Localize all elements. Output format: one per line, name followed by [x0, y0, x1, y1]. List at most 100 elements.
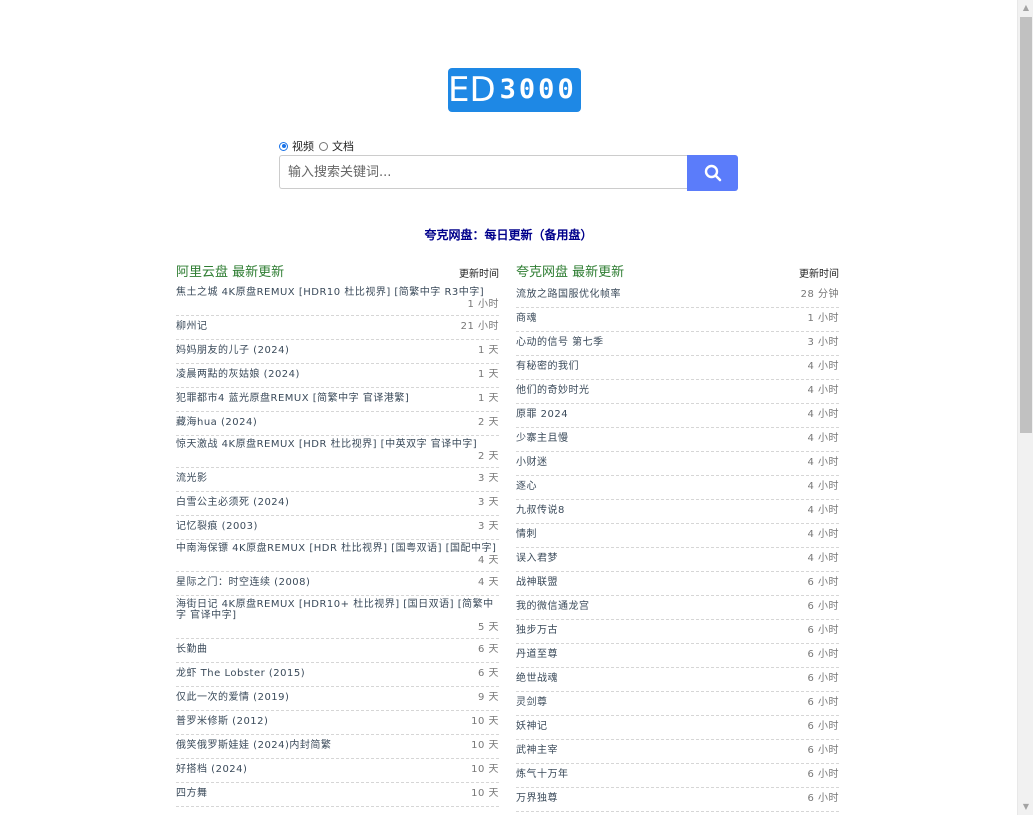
list-item: 1 天 犯罪都市4 蓝光原盘REMUX [简繁中字 官译港繁] [176, 388, 499, 412]
item-title-link[interactable]: 万界独尊 [516, 791, 558, 807]
item-title-link[interactable]: 藏海hua (2024) [176, 415, 257, 431]
item-update-time: 21 小时 [460, 321, 499, 332]
item-title-link[interactable]: 普罗米修斯 (2012) [176, 714, 268, 730]
item-title-link[interactable]: 柳州记 [176, 319, 208, 335]
item-title-link[interactable]: 惊天激战 4K原盘REMUX [HDR 杜比视界] [中英双字 官译中字] [176, 439, 499, 450]
item-title-link[interactable]: 逐心 [516, 479, 537, 495]
list-item: 28 分钟 流放之路国服优化帧率 [516, 284, 839, 308]
item-title-link[interactable]: 心动的信号 第七季 [516, 335, 604, 351]
item-update-time: 4 小时 [807, 457, 839, 468]
list-item: 海街日记 4K原盘REMUX [HDR10+ 杜比视界] [国日双语] [简繁中… [176, 596, 499, 639]
item-update-time: 6 小时 [807, 769, 839, 780]
list-item: 6 小时 战神联盟 [516, 572, 839, 596]
item-title-link[interactable]: 妈妈朋友的儿子 (2024) [176, 343, 289, 359]
vertical-scrollbar[interactable]: ▲ ▼ [1017, 0, 1033, 815]
aliyun-latest-list: 阿里云盘 最新更新 更新时间 焦土之城 4K原盘REMUX [HDR10 杜比视… [176, 260, 499, 807]
list-item: 6 小时 丹道至尊 [516, 644, 839, 668]
item-title-link[interactable]: 灵剑尊 [516, 695, 548, 711]
item-update-time: 1 小时 [807, 313, 839, 324]
item-title-link[interactable]: 海街日记 4K原盘REMUX [HDR10+ 杜比视界] [国日双语] [简繁中… [176, 599, 499, 621]
item-title-link[interactable]: 焦土之城 4K原盘REMUX [HDR10 杜比视界] [简繁中字 R3中字] [176, 287, 499, 298]
item-update-time: 6 小时 [807, 625, 839, 636]
item-title-link[interactable]: 白雪公主必须死 (2024) [176, 495, 289, 511]
list-item: 6 小时 独步万古 [516, 620, 839, 644]
page-viewport: ED 3000 视频 文档 夸克网盘：每日更新（备用盘） 阿里云盘 最新更新 更… [0, 0, 1017, 815]
list-time-header: 更新时间 [459, 269, 499, 280]
item-title-link[interactable]: 武神主宰 [516, 743, 558, 759]
list-item: 10 天 好搭档 (2024) [176, 759, 499, 783]
item-title-link[interactable]: 妖神记 [516, 719, 548, 735]
scroll-down-arrow-icon[interactable]: ▼ [1018, 799, 1033, 815]
scrollbar-thumb[interactable] [1020, 17, 1032, 433]
item-update-time: 28 分钟 [800, 289, 839, 300]
item-title-link[interactable]: 仅此一次的爱情 (2019) [176, 690, 289, 706]
item-update-time: 3 天 [477, 473, 499, 484]
item-title-link[interactable]: 凌晨两點的灰姑娘 (2024) [176, 367, 300, 383]
list-item: 1 小时 商魂 [516, 308, 839, 332]
list-item: 3 天 流光影 [176, 468, 499, 492]
item-title-link[interactable]: 小财迷 [516, 455, 548, 471]
quark-latest-list: 夸克网盘 最新更新 更新时间 28 分钟 流放之路国服优化帧率 1 小时 商魂 3 小时… [516, 260, 839, 815]
item-update-time: 4 小时 [807, 433, 839, 444]
item-title-link[interactable]: 误入君梦 [516, 551, 558, 567]
item-update-time: 3 小时 [807, 337, 839, 348]
list-header: 夸克网盘 最新更新 更新时间 [516, 260, 839, 280]
radio-document-label[interactable]: 文档 [332, 138, 354, 154]
radio-video[interactable] [279, 141, 288, 151]
item-title-link[interactable]: 他们的奇妙时光 [516, 383, 590, 399]
search-button[interactable] [687, 155, 738, 191]
item-title-link[interactable]: 流光影 [176, 471, 208, 487]
item-update-time: 6 天 [477, 668, 499, 679]
item-title-link[interactable]: 流放之路国服优化帧率 [516, 287, 621, 303]
radio-document[interactable] [319, 141, 328, 151]
item-title-link[interactable]: 俄笑俄罗斯娃娃 (2024)内封简繁 [176, 738, 331, 754]
list-item: 6 小时 炼气十万年 [516, 764, 839, 788]
list-item: 6 小时 万界独尊 [516, 788, 839, 812]
list-item: 4 小时 误入君梦 [516, 548, 839, 572]
search-input[interactable] [279, 155, 687, 189]
item-title-link[interactable]: 九叔传说8 [516, 503, 565, 519]
list-item: 6 小时 妖神记 [516, 716, 839, 740]
list-time-header: 更新时间 [799, 269, 839, 280]
list-item: 4 小时 逐心 [516, 476, 839, 500]
item-update-time: 4 小时 [807, 409, 839, 420]
item-title-link[interactable]: 丹道至尊 [516, 647, 558, 663]
item-title-link[interactable]: 炼气十万年 [516, 767, 569, 783]
item-title-link[interactable]: 商魂 [516, 311, 537, 327]
item-update-time: 1 小时 [467, 299, 499, 310]
item-update-time: 6 小时 [807, 601, 839, 612]
item-title-link[interactable]: 长勤曲 [176, 642, 208, 658]
list-item: 10 天 四方舞 [176, 783, 499, 807]
item-title-link[interactable]: 星际之门：时空连续 (2008) [176, 575, 310, 591]
item-title-link[interactable]: 中南海保镖 4K原盘REMUX [HDR 杜比视界] [国粤双语] [国配中字] [176, 543, 499, 554]
logo-text-left: ED [448, 68, 498, 112]
item-title-link[interactable]: 少寨主且慢 [516, 431, 569, 447]
item-update-time: 5 天 [477, 622, 499, 633]
item-title-link[interactable]: 记忆裂痕 (2003) [176, 519, 258, 535]
item-title-link[interactable]: 我的微信通龙宫 [516, 599, 590, 615]
site-logo[interactable]: ED 3000 [448, 68, 581, 112]
list-title: 阿里云盘 最新更新 [176, 265, 285, 280]
radio-video-label[interactable]: 视频 [292, 138, 314, 154]
item-title-link[interactable]: 好搭档 (2024) [176, 762, 247, 778]
list-item: 1 天 凌晨两點的灰姑娘 (2024) [176, 364, 499, 388]
item-title-link[interactable]: 战神联盟 [516, 575, 558, 591]
list-item: 4 天 星际之门：时空连续 (2008) [176, 572, 499, 596]
list-item: 6 天 长勤曲 [176, 639, 499, 663]
list-item: 4 小时 情刺 [516, 524, 839, 548]
list-item: 6 小时 武神主宰 [516, 740, 839, 764]
item-title-link[interactable]: 绝世战魂 [516, 671, 558, 687]
item-title-link[interactable]: 犯罪都市4 蓝光原盘REMUX [简繁中字 官译港繁] [176, 391, 409, 407]
item-title-link[interactable]: 独步万古 [516, 623, 558, 639]
list-item: 1 天 妈妈朋友的儿子 (2024) [176, 340, 499, 364]
list-item: 焦土之城 4K原盘REMUX [HDR10 杜比视界] [简繁中字 R3中字] 1… [176, 284, 499, 316]
item-title-link[interactable]: 情刺 [516, 527, 537, 543]
scroll-up-arrow-icon[interactable]: ▲ [1018, 0, 1033, 16]
item-title-link[interactable]: 四方舞 [176, 786, 208, 802]
notice-link[interactable]: 夸克网盘：每日更新（备用盘） [424, 228, 592, 242]
list-item: 21 小时 柳州记 [176, 316, 499, 340]
item-update-time: 10 天 [471, 716, 499, 727]
item-title-link[interactable]: 有秘密的我们 [516, 359, 579, 375]
item-title-link[interactable]: 原罪 2024 [516, 407, 568, 423]
item-title-link[interactable]: 龙虾 The Lobster (2015) [176, 666, 305, 682]
